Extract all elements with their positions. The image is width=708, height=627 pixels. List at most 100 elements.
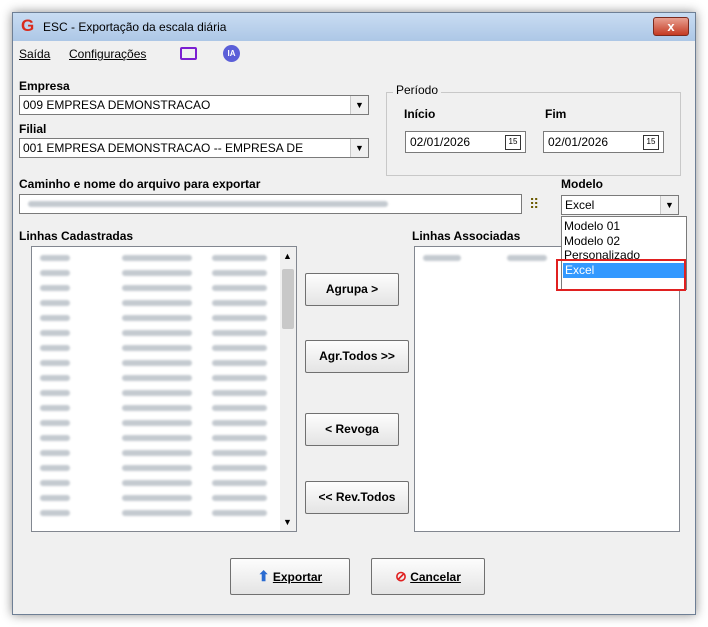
chevron-down-icon[interactable]: ▼ — [660, 196, 678, 214]
title-bar[interactable]: G ESC - Exportação da escala diária x — [13, 13, 695, 41]
redacted-row — [40, 375, 70, 381]
redacted-row — [212, 270, 267, 276]
redacted-row — [212, 255, 267, 261]
redacted-row — [212, 345, 267, 351]
redacted-row — [212, 435, 267, 441]
redacted-row — [122, 300, 192, 306]
periodo-legend: Período — [393, 83, 442, 97]
folder-tree-icon[interactable]: ⠿ — [529, 195, 547, 213]
redacted-row — [122, 510, 192, 516]
chevron-down-icon[interactable]: ▼ — [350, 139, 368, 157]
monitor-icon[interactable] — [180, 47, 197, 60]
export-icon: ⬆ — [257, 568, 270, 584]
redacted-row — [212, 420, 267, 426]
redacted-row — [40, 255, 70, 261]
linhas-cadastradas-label: Linhas Cadastradas — [19, 229, 134, 243]
redacted-row — [40, 330, 70, 336]
redacted-row — [122, 495, 192, 501]
redacted-row — [40, 390, 70, 396]
filial-label: Filial — [19, 122, 47, 136]
redacted-row — [40, 270, 70, 276]
redacted-row — [122, 330, 192, 336]
revoga-button[interactable]: < Revoga — [305, 413, 399, 446]
close-button[interactable]: x — [653, 17, 689, 36]
redacted-row — [507, 255, 547, 261]
redacted-row — [122, 255, 192, 261]
filial-select[interactable]: 001 EMPRESA DEMONSTRACAO -- EMPRESA DE ▼ — [19, 138, 369, 158]
empresa-select[interactable]: 009 EMPRESA DEMONSTRACAO ▼ — [19, 95, 369, 115]
redacted-row — [122, 285, 192, 291]
caminho-input[interactable] — [19, 194, 522, 214]
app-logo-icon: G — [21, 16, 35, 35]
modelo-option-01[interactable]: Modelo 01 — [564, 220, 620, 233]
redacted-row — [212, 285, 267, 291]
filial-value: 001 EMPRESA DEMONSTRACAO -- EMPRESA DE — [23, 141, 304, 155]
redacted-row — [212, 405, 267, 411]
redacted-row — [423, 255, 461, 261]
list-scrollbar[interactable]: ▲ ▼ — [280, 247, 296, 531]
redacted-row — [122, 375, 192, 381]
chevron-up-icon[interactable]: ▲ — [283, 251, 292, 261]
redacted-row — [122, 270, 192, 276]
fim-date-field[interactable]: 02/01/2026 15 — [543, 131, 664, 153]
modelo-select[interactable]: Excel ▼ — [561, 195, 679, 215]
cancel-icon: ⊘ — [395, 568, 407, 584]
modelo-selected-value: Excel — [565, 198, 595, 212]
redacted-row — [40, 345, 70, 351]
redacted-row — [122, 465, 192, 471]
redacted-row — [122, 360, 192, 366]
exportar-button[interactable]: ⬆ Exportar — [230, 558, 350, 595]
agr-todos-button[interactable]: Agr.Todos >> — [305, 340, 409, 373]
redacted-path — [28, 201, 388, 207]
ia-assistant-icon[interactable]: IA — [223, 45, 240, 62]
menu-item-configuracoes[interactable]: Configurações — [69, 47, 146, 61]
redacted-row — [122, 435, 192, 441]
inicio-date-value: 02/01/2026 — [410, 135, 471, 149]
empresa-label: Empresa — [19, 79, 70, 93]
redacted-row — [212, 510, 267, 516]
redacted-row — [40, 435, 70, 441]
fim-date-value: 02/01/2026 — [548, 135, 609, 149]
menu-item-saida[interactable]: Saída — [19, 47, 50, 61]
redacted-row — [40, 360, 70, 366]
redacted-row — [40, 420, 70, 426]
redacted-row — [212, 315, 267, 321]
redacted-row — [212, 480, 267, 486]
rev-todos-button[interactable]: << Rev.Todos — [305, 481, 409, 514]
redacted-row — [40, 285, 70, 291]
redacted-row — [40, 510, 70, 516]
redacted-row — [212, 330, 267, 336]
redacted-row — [40, 450, 70, 456]
linhas-associadas-label: Linhas Associadas — [412, 229, 521, 243]
redacted-row — [212, 450, 267, 456]
inicio-label: Início — [404, 107, 436, 121]
linhas-cadastradas-list[interactable]: ▲ ▼ — [31, 246, 297, 532]
chevron-down-icon[interactable]: ▼ — [283, 517, 292, 527]
annotation-highlight-box — [556, 259, 686, 291]
redacted-row — [212, 360, 267, 366]
redacted-row — [122, 420, 192, 426]
redacted-row — [122, 390, 192, 396]
redacted-row — [212, 375, 267, 381]
agrupa-button[interactable]: Agrupa > — [305, 273, 399, 306]
scrollbar-thumb[interactable] — [282, 269, 294, 329]
cancelar-button[interactable]: ⊘ Cancelar — [371, 558, 485, 595]
modelo-label: Modelo — [561, 177, 603, 191]
fim-label: Fim — [545, 107, 567, 121]
window-title: ESC - Exportação da escala diária — [43, 20, 227, 34]
redacted-row — [212, 390, 267, 396]
redacted-row — [40, 405, 70, 411]
redacted-row — [212, 495, 267, 501]
export-dialog-window: G ESC - Exportação da escala diária x Sa… — [12, 12, 696, 615]
chevron-down-icon[interactable]: ▼ — [350, 96, 368, 114]
calendar-icon[interactable]: 15 — [505, 135, 521, 150]
redacted-row — [40, 495, 70, 501]
redacted-row — [122, 450, 192, 456]
modelo-option-02[interactable]: Modelo 02 — [564, 235, 620, 248]
redacted-row — [212, 465, 267, 471]
inicio-date-field[interactable]: 02/01/2026 15 — [405, 131, 526, 153]
caminho-label: Caminho e nome do arquivo para exportar — [19, 177, 261, 191]
menu-bar: Saída Configurações IA — [13, 41, 695, 67]
redacted-row — [40, 480, 70, 486]
calendar-icon[interactable]: 15 — [643, 135, 659, 150]
